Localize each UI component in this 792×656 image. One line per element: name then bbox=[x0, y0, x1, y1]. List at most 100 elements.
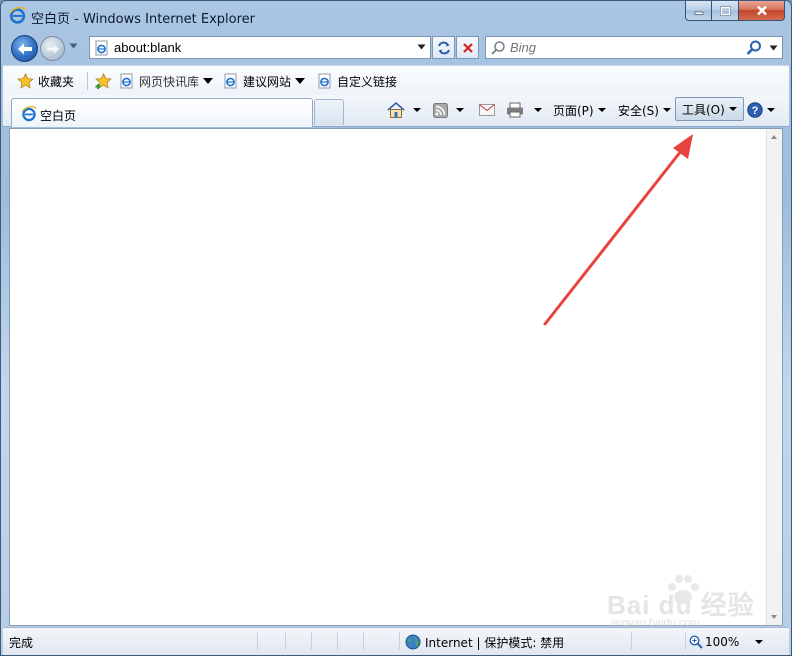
watermark-url: jingyan.baidu.com bbox=[611, 617, 700, 629]
help-icon: ? bbox=[747, 102, 763, 118]
fav-item-suggested-sites[interactable]: 建议网站 bbox=[223, 66, 306, 96]
chevron-down-icon bbox=[413, 108, 421, 112]
back-button[interactable] bbox=[11, 35, 38, 62]
status-divider bbox=[337, 632, 338, 650]
address-bar[interactable] bbox=[89, 36, 431, 59]
refresh-icon bbox=[437, 41, 450, 54]
stop-button[interactable] bbox=[456, 36, 479, 59]
status-text: 完成 bbox=[9, 636, 34, 650]
favorites-button[interactable]: 收藏夹 bbox=[17, 66, 74, 96]
fav-item-label: 建议网站 bbox=[243, 74, 292, 89]
scroll-down-icon[interactable] bbox=[771, 615, 777, 619]
chevron-down-icon bbox=[295, 78, 306, 84]
scroll-up-icon[interactable] bbox=[771, 135, 777, 139]
page-menu-label: 页面(P) bbox=[553, 103, 594, 118]
chevron-down-icon bbox=[767, 108, 775, 112]
stop-x-icon bbox=[462, 42, 473, 53]
rss-feed-icon bbox=[433, 102, 448, 118]
title-bar[interactable]: 空白页 - Windows Internet Explorer bbox=[1, 1, 791, 31]
home-icon bbox=[387, 101, 405, 118]
fav-item-label: 网页快讯库 bbox=[139, 74, 200, 89]
safety-menu[interactable]: 安全(S) bbox=[618, 99, 671, 121]
minimize-icon bbox=[694, 11, 703, 15]
read-mail-button[interactable] bbox=[479, 99, 495, 121]
close-icon bbox=[756, 5, 767, 16]
tab-blank-page[interactable]: 空白页 bbox=[11, 98, 313, 127]
ie-window: 空白页 - Windows Internet Explorer about:bl… bbox=[0, 0, 792, 656]
feeds-button[interactable] bbox=[433, 99, 464, 121]
tools-menu-label: 工具(O) bbox=[682, 102, 725, 117]
star-icon bbox=[17, 73, 34, 89]
chevron-down-icon bbox=[728, 107, 737, 111]
status-divider bbox=[685, 632, 686, 650]
page-ie-icon bbox=[318, 73, 331, 89]
window-title: 空白页 - Windows Internet Explorer bbox=[31, 12, 255, 27]
bing-search-icon bbox=[491, 41, 505, 55]
printer-icon bbox=[507, 102, 523, 118]
chevron-down-icon bbox=[662, 108, 671, 112]
baidu-watermark: Bai du 经验 jingyan.baidu.com bbox=[607, 571, 757, 631]
star-add-icon bbox=[95, 72, 112, 89]
minimize-button[interactable] bbox=[685, 1, 712, 21]
favorites-label: 收藏夹 bbox=[38, 74, 75, 89]
address-dropdown-icon[interactable] bbox=[417, 44, 426, 50]
search-go-icon[interactable] bbox=[746, 40, 762, 56]
page-content[interactable] bbox=[9, 128, 783, 626]
status-divider bbox=[631, 632, 632, 650]
home-button[interactable] bbox=[387, 99, 421, 121]
svg-text:?: ? bbox=[752, 105, 759, 117]
search-box[interactable] bbox=[485, 36, 783, 59]
mail-icon bbox=[479, 104, 495, 116]
print-button[interactable] bbox=[506, 99, 542, 121]
fav-item-customize-links[interactable]: 自定义链接 bbox=[317, 66, 397, 96]
arrow-left-icon bbox=[17, 43, 32, 54]
maximize-icon bbox=[719, 5, 731, 16]
zone-label: Internet | 保护模式: 禁用 bbox=[425, 635, 565, 650]
status-divider bbox=[311, 632, 312, 650]
page-ie-icon bbox=[224, 73, 237, 89]
add-to-favorites-bar-button[interactable] bbox=[95, 66, 113, 96]
forward-button[interactable] bbox=[40, 36, 65, 61]
status-divider bbox=[257, 632, 258, 650]
fav-item-web-slice-gallery[interactable]: 网页快讯库 bbox=[119, 66, 214, 96]
history-dropdown-icon[interactable] bbox=[69, 43, 78, 49]
zoom-icon bbox=[689, 635, 703, 649]
chevron-down-icon bbox=[597, 108, 606, 112]
chevron-down-icon bbox=[534, 108, 542, 112]
address-input[interactable] bbox=[114, 39, 414, 56]
close-button[interactable] bbox=[739, 1, 785, 21]
page-ie-icon bbox=[95, 40, 108, 56]
zoom-level: 100% bbox=[705, 635, 740, 649]
maximize-button[interactable] bbox=[712, 1, 739, 21]
status-divider bbox=[399, 632, 400, 650]
security-zone[interactable]: Internet | 保护模式: 禁用 bbox=[405, 631, 564, 653]
ie-logo-icon bbox=[9, 7, 26, 24]
favorites-bar: 收藏夹 网页快讯库 建议网站 自定义链接 bbox=[3, 65, 789, 95]
compat-refresh-button[interactable] bbox=[432, 36, 455, 59]
new-tab-button[interactable] bbox=[314, 99, 344, 125]
globe-icon bbox=[405, 634, 421, 650]
navigation-bar bbox=[1, 31, 791, 63]
ie-logo-icon bbox=[21, 106, 37, 122]
fav-item-label: 自定义链接 bbox=[337, 74, 398, 89]
tab-title: 空白页 bbox=[40, 109, 77, 123]
chevron-down-icon bbox=[203, 78, 214, 84]
status-divider bbox=[363, 632, 364, 650]
tab-command-bar: 空白页 页面(P) 安全(S) 工具(O) ? bbox=[3, 95, 789, 127]
status-bar: 完成 Internet | 保护模式: 禁用 100% bbox=[3, 627, 789, 655]
help-menu[interactable]: ? bbox=[747, 99, 775, 121]
tools-menu[interactable]: 工具(O) bbox=[675, 97, 744, 121]
safety-menu-label: 安全(S) bbox=[618, 103, 659, 118]
page-ie-icon bbox=[120, 73, 133, 89]
search-dropdown-icon[interactable] bbox=[769, 45, 778, 51]
chevron-down-icon bbox=[456, 108, 464, 112]
vertical-scrollbar[interactable] bbox=[766, 129, 782, 625]
chevron-down-icon bbox=[755, 640, 764, 644]
search-input[interactable] bbox=[510, 39, 730, 56]
favorites-divider bbox=[87, 72, 88, 90]
status-divider bbox=[285, 632, 286, 650]
page-menu[interactable]: 页面(P) bbox=[553, 99, 606, 121]
arrow-right-icon bbox=[46, 44, 59, 53]
window-controls bbox=[685, 1, 785, 21]
zoom-control[interactable]: 100% bbox=[689, 631, 764, 653]
